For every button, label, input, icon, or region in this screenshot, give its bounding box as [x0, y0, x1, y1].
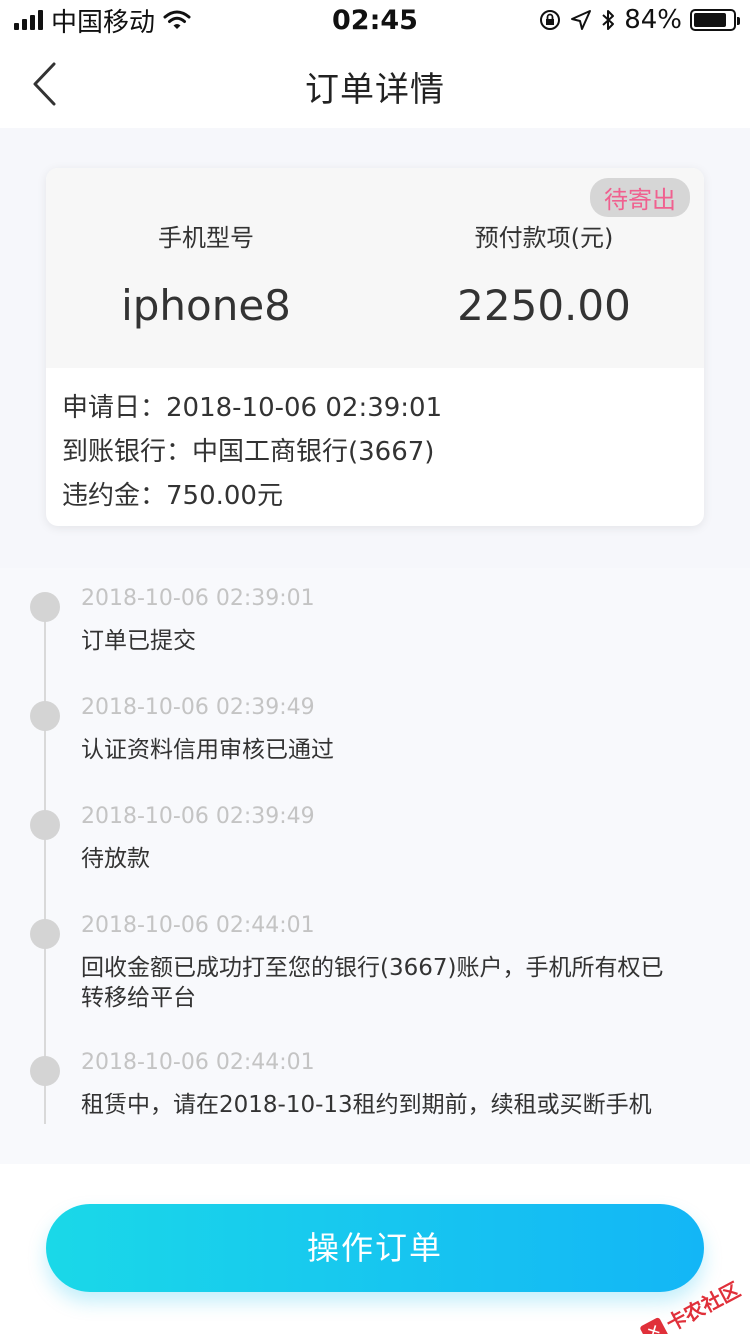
timeline-text: 回收金额已成功打至您的银行(3667)账户，手机所有权已转移给平台	[81, 955, 664, 1011]
status-right: 84%	[538, 5, 740, 35]
model-label: 手机型号	[158, 224, 254, 252]
timeline-time: 2018-10-06 02:39:01	[81, 586, 315, 611]
carrier-label: 中国移动	[51, 7, 156, 38]
receiving-bank: 到账银行：中国工商银行(3667)	[62, 437, 435, 467]
timeline-text: 订单已提交	[81, 628, 196, 654]
order-detail-page: 中国移动 02:45 84% 订单详情 待寄出 手机型号 iphone8 预付款…	[0, 0, 750, 1334]
bluetooth-icon	[600, 8, 616, 32]
prepay-value: 2250.00	[457, 281, 631, 330]
timeline-dot	[30, 592, 60, 622]
orientation-lock-icon	[538, 8, 562, 32]
timeline-dot	[30, 701, 60, 731]
timeline-text: 认证资料信用审核已通过	[81, 737, 334, 763]
timeline-time: 2018-10-06 02:39:49	[81, 695, 315, 720]
signal-icon	[14, 10, 43, 30]
timeline-line	[44, 604, 46, 1124]
prepay-label: 预付款项(元)	[474, 224, 614, 252]
battery-icon	[690, 9, 740, 31]
timeline-time: 2018-10-06 02:39:49	[81, 804, 315, 829]
model-column: 手机型号 iphone8	[46, 218, 366, 330]
wifi-icon	[163, 9, 191, 31]
timeline-text: 待放款	[81, 846, 150, 872]
bottom-bar: 操作订单 ✕ 卡农社区	[0, 1164, 750, 1334]
battery-percent: 84%	[624, 5, 682, 35]
order-card-details: 申请日：2018-10-06 02:39:01 到账银行：中国工商银行(3667…	[46, 368, 704, 518]
timeline-dot	[30, 810, 60, 840]
nav-bar: 订单详情	[0, 40, 750, 128]
operate-order-button[interactable]: 操作订单	[46, 1204, 704, 1292]
order-card: 待寄出 手机型号 iphone8 预付款项(元) 2250.00 申请日：201…	[46, 168, 704, 526]
timeline-time: 2018-10-06 02:44:01	[81, 1050, 315, 1075]
location-arrow-icon	[570, 9, 592, 31]
order-card-summary: 待寄出 手机型号 iphone8 预付款项(元) 2250.00	[46, 168, 704, 368]
order-timeline: 2018-10-06 02:39:01 订单已提交 2018-10-06 02:…	[0, 568, 750, 1164]
status-left: 中国移动	[14, 2, 191, 39]
status-badge: 待寄出	[590, 178, 690, 217]
timeline-text: 租赁中，请在2018-10-13租约到期前，续租或买断手机	[81, 1092, 652, 1118]
battery-level	[694, 13, 726, 27]
timeline-dot	[30, 1056, 60, 1086]
model-value: iphone8	[121, 281, 291, 330]
timeline-dot	[30, 919, 60, 949]
penalty-amount: 违约金：750.00元	[62, 481, 283, 511]
apply-date: 申请日：2018-10-06 02:39:01	[62, 393, 443, 423]
page-title: 订单详情	[305, 70, 445, 110]
status-bar: 中国移动 02:45 84%	[0, 0, 750, 40]
prepay-column: 预付款项(元) 2250.00	[384, 218, 704, 330]
timeline-time: 2018-10-06 02:44:01	[81, 913, 315, 938]
